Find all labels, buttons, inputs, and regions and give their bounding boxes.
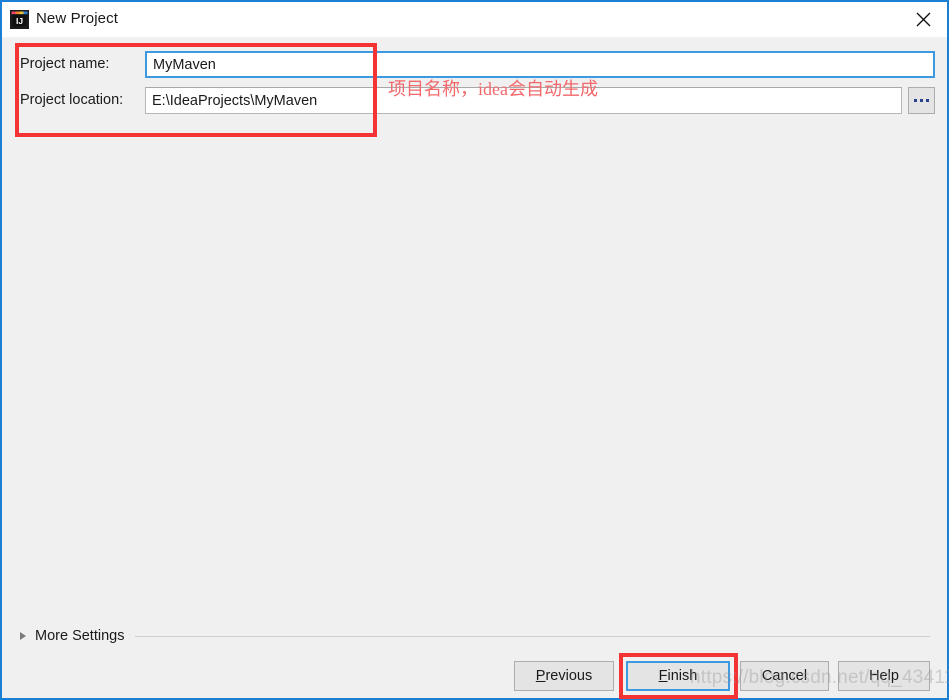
previous-button-label: revious [545,668,593,684]
previous-button[interactable]: Previous [514,661,614,691]
help-button-label: Help [869,668,899,684]
annotation-note-text: 项目名称，idea会自动生成 [388,79,598,99]
ellipsis-icon [914,99,917,102]
more-settings-label: More Settings [35,628,125,644]
finish-button[interactable]: Finish [626,661,730,691]
ellipsis-icon [926,99,929,102]
help-button[interactable]: Help [838,661,930,691]
svg-text:IJ: IJ [16,16,23,26]
project-name-input[interactable] [145,51,935,78]
intellij-idea-icon: IJ [10,10,29,29]
finish-button-label: inish [667,668,698,684]
project-location-label: Project location: [20,92,124,108]
project-name-label: Project name: [20,56,110,72]
cancel-button[interactable]: Cancel [740,661,829,691]
browse-location-button[interactable] [908,87,935,114]
close-button[interactable] [900,2,947,36]
ellipsis-icon [920,99,923,102]
window-title: New Project [36,10,118,27]
more-settings-toggle[interactable]: More Settings [20,626,930,646]
section-separator [135,635,930,637]
triangle-right-icon [20,632,26,640]
new-project-dialog: IJ New Project Project name: Project loc… [0,0,949,700]
close-icon [916,12,931,27]
title-bar: IJ New Project [2,2,947,38]
cancel-button-label: Cancel [761,668,808,684]
